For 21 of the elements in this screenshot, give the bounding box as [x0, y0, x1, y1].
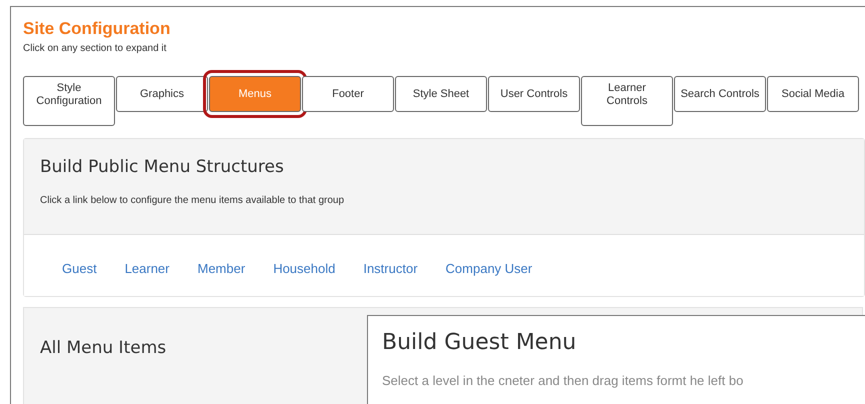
dialog-instructions: Select a level in the cneter and then drag items formt he left bo	[382, 373, 744, 388]
section-tab[interactable]: Footer	[302, 76, 394, 112]
section-tab[interactable]: Learner Controls	[581, 76, 673, 126]
panel-title: All Menu Items	[40, 338, 166, 358]
group-link[interactable]: Member	[198, 261, 246, 276]
dialog-title: Build Guest Menu	[382, 330, 578, 355]
section-tab[interactable]: Social Media	[767, 76, 859, 112]
group-link[interactable]: Guest	[62, 261, 97, 276]
group-link[interactable]: Learner	[124, 261, 170, 276]
panel-description: Click a link below to configure the menu items available to that group	[40, 195, 346, 206]
section-tab[interactable]: Search Controls	[674, 76, 766, 112]
group-link[interactable]: Instructor	[363, 261, 418, 276]
panel-title: Build Public Menu Structures	[40, 157, 285, 177]
group-link[interactable]: Company User	[446, 261, 532, 276]
page-subtitle: Click on any section to expand it	[23, 43, 168, 54]
section-tab[interactable]: Style Configuration	[23, 76, 115, 126]
section-tab[interactable]: Style Sheet	[395, 76, 487, 112]
section-tab[interactable]: Graphics	[116, 76, 208, 112]
section-tab[interactable]: User Controls	[488, 76, 580, 112]
page-title: Site Configuration	[23, 19, 172, 39]
group-link[interactable]: Household	[273, 261, 336, 276]
